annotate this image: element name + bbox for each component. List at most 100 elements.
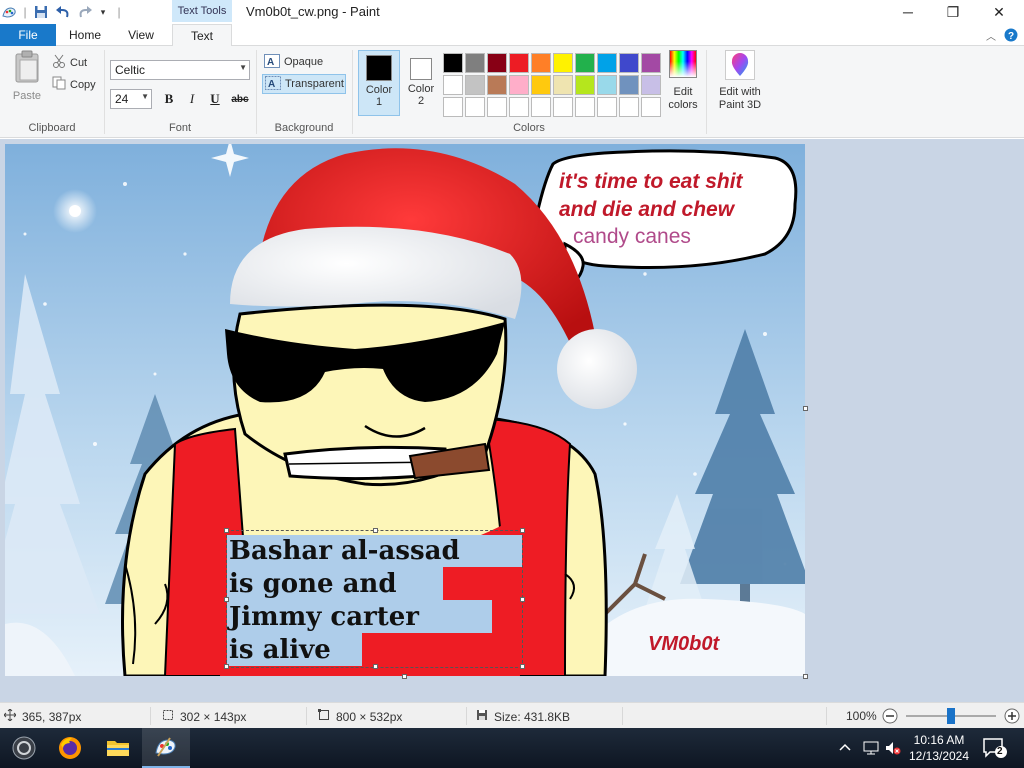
bubble-text-line3: candy canes <box>573 225 691 248</box>
palette-swatch[interactable] <box>641 75 661 95</box>
network-icon[interactable] <box>862 740 880 759</box>
palette-swatch[interactable] <box>509 97 529 117</box>
transparent-option[interactable]: A Transparent <box>262 74 346 94</box>
selection-handle[interactable] <box>224 664 229 669</box>
palette-swatch[interactable] <box>641 53 661 73</box>
palette-swatch[interactable] <box>465 53 485 73</box>
ribbon: Paste Cut Copy Clipboard Celtic ▼ 24 ▼ B… <box>0 46 1024 138</box>
image-canvas[interactable]: it's time to eat shit and die and chew c… <box>5 144 805 676</box>
qa-separator: | <box>23 5 27 19</box>
selection-handle[interactable] <box>520 597 525 602</box>
edit-with-paint3d-button[interactable]: Edit with Paint 3D <box>712 50 768 112</box>
undo-icon[interactable] <box>54 3 72 21</box>
font-size-value: 24 <box>115 92 129 106</box>
selection-handle[interactable] <box>520 664 525 669</box>
zoom-out-button[interactable] <box>882 708 898 724</box>
selection-handle[interactable] <box>373 664 378 669</box>
caption-line4: is alive <box>229 635 331 665</box>
selection-handle[interactable] <box>224 597 229 602</box>
underline-button[interactable]: U <box>206 90 224 108</box>
paste-button[interactable]: Paste <box>8 50 46 103</box>
font-size-select[interactable]: 24 ▼ <box>110 89 152 109</box>
strikethrough-button[interactable]: abc <box>229 90 251 108</box>
palette-swatch[interactable] <box>619 75 639 95</box>
redo-icon[interactable] <box>76 3 94 21</box>
customize-qa-icon[interactable]: ▾ <box>96 3 110 21</box>
palette-swatch[interactable] <box>575 97 595 117</box>
palette-swatch[interactable] <box>487 53 507 73</box>
palette-swatch[interactable] <box>553 53 573 73</box>
volume-muted-icon[interactable] <box>884 740 902 759</box>
canvas-resize-handle-corner[interactable] <box>803 674 808 679</box>
zoom-in-button[interactable] <box>1004 708 1020 724</box>
palette-swatch[interactable] <box>443 75 463 95</box>
palette-swatch[interactable] <box>641 97 661 117</box>
canvas-workspace[interactable]: it's time to eat shit and die and chew c… <box>0 139 1024 702</box>
close-button[interactable]: ✕ <box>976 0 1022 24</box>
palette-swatch[interactable] <box>487 97 507 117</box>
tab-text[interactable]: Text <box>172 24 232 47</box>
palette-swatch[interactable] <box>531 97 551 117</box>
window-title: Vm0b0t_cw.png - Paint <box>246 4 380 19</box>
palette-swatch[interactable] <box>531 53 551 73</box>
minimize-button[interactable]: ─ <box>885 0 931 24</box>
selection-handle[interactable] <box>373 528 378 533</box>
palette-swatch[interactable] <box>531 75 551 95</box>
paint-taskbar-button[interactable] <box>142 728 190 768</box>
cut-button[interactable]: Cut <box>52 54 87 71</box>
action-center-button[interactable]: 2 <box>982 736 1008 763</box>
palette-swatch[interactable] <box>443 97 463 117</box>
paint-app-icon[interactable] <box>0 3 18 21</box>
font-family-select[interactable]: Celtic ▼ <box>110 60 250 80</box>
copy-label: Copy <box>70 78 96 91</box>
clipboard-group-label: Clipboard <box>28 122 76 134</box>
palette-swatch[interactable] <box>597 53 617 73</box>
palette-swatch[interactable] <box>553 97 573 117</box>
italic-button[interactable]: I <box>183 90 201 108</box>
file-explorer-taskbar-button[interactable] <box>94 728 142 768</box>
help-icon[interactable]: ? <box>1002 24 1020 46</box>
status-divider <box>306 707 307 725</box>
color2-swatch <box>410 58 432 80</box>
palette-swatch[interactable] <box>553 75 573 95</box>
start-button[interactable] <box>0 728 48 768</box>
maximize-button[interactable]: ❐ <box>930 0 976 24</box>
tab-file[interactable]: File <box>0 24 56 46</box>
tab-view[interactable]: View <box>116 24 166 46</box>
palette-swatch[interactable] <box>443 53 463 73</box>
save-icon[interactable] <box>32 3 50 21</box>
collapse-ribbon-icon[interactable]: ︿ <box>982 24 1000 46</box>
opaque-option[interactable]: A Opaque <box>262 52 346 72</box>
taskbar-clock[interactable]: 10:16 AM 12/13/2024 <box>906 732 972 764</box>
palette-swatch[interactable] <box>619 97 639 117</box>
selection-handle[interactable] <box>224 528 229 533</box>
selection-handle[interactable] <box>520 528 525 533</box>
copy-button[interactable]: Copy <box>52 76 96 93</box>
tab-home[interactable]: Home <box>60 24 110 46</box>
bold-button[interactable]: B <box>160 90 178 108</box>
text-selection-box[interactable]: Bashar al-assad is gone and Jimmy carter… <box>224 528 525 669</box>
palette-swatch[interactable] <box>575 75 595 95</box>
palette-swatch[interactable] <box>509 53 529 73</box>
palette-swatch[interactable] <box>465 75 485 95</box>
palette-swatch[interactable] <box>465 97 485 117</box>
status-divider <box>826 707 827 725</box>
disk-icon <box>476 709 488 724</box>
paint3d-icon <box>725 50 755 80</box>
color1-button[interactable]: Color 1 <box>358 50 400 116</box>
palette-swatch[interactable] <box>597 75 617 95</box>
palette-swatch[interactable] <box>575 53 595 73</box>
background-group-label: Background <box>274 122 334 134</box>
color2-button[interactable]: Color 2 <box>400 50 442 116</box>
palette-swatch[interactable] <box>487 75 507 95</box>
zoom-slider[interactable] <box>906 708 996 724</box>
zoom-slider-thumb[interactable] <box>947 708 955 724</box>
palette-swatch[interactable] <box>597 97 617 117</box>
canvas-resize-handle-bottom[interactable] <box>402 674 407 679</box>
palette-swatch[interactable] <box>509 75 529 95</box>
edit-colors-button[interactable]: Edit colors <box>664 50 702 112</box>
canvas-resize-handle-right[interactable] <box>803 406 808 411</box>
show-hidden-icons[interactable] <box>838 740 852 757</box>
firefox-taskbar-button[interactable] <box>46 728 94 768</box>
palette-swatch[interactable] <box>619 53 639 73</box>
